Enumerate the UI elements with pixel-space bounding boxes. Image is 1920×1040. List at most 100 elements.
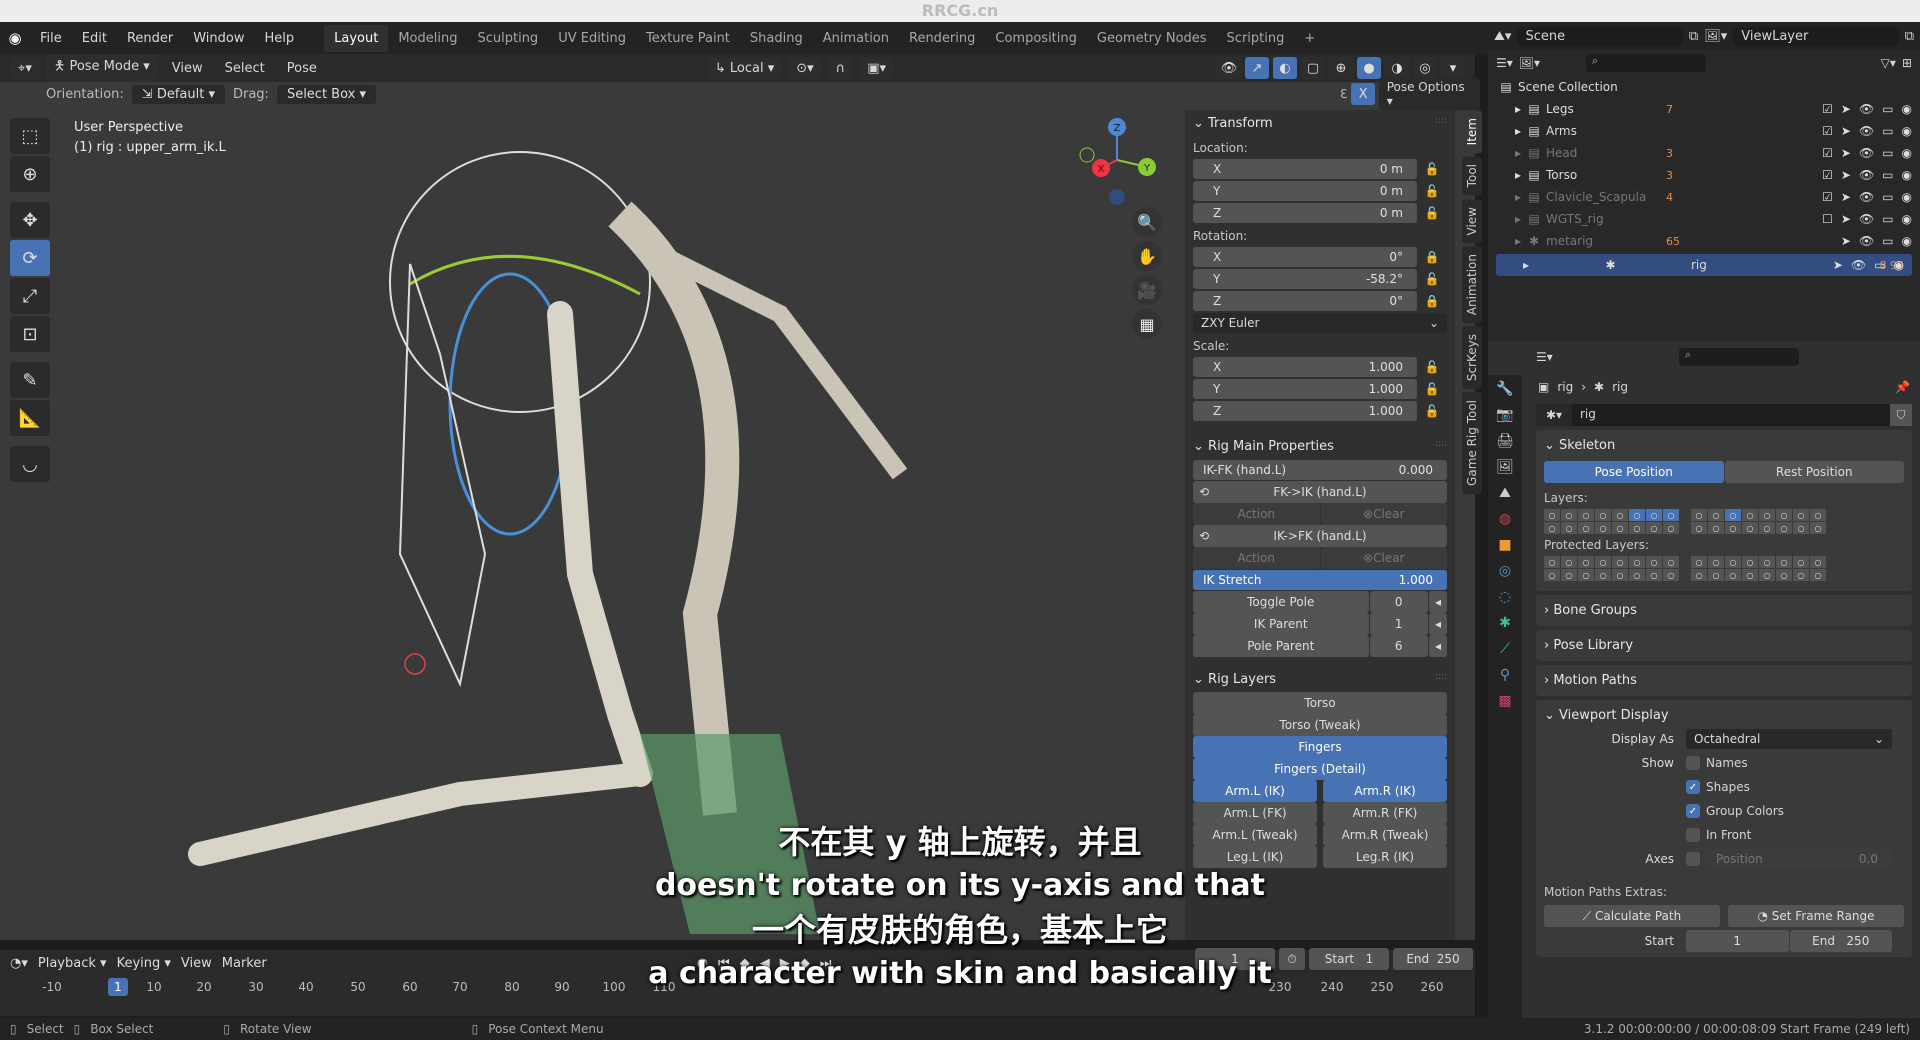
location-y-field[interactable]: Y 0 m xyxy=(1193,181,1417,201)
rotation-mode-dropdown[interactable]: ZXY Euler ⌄ xyxy=(1193,313,1447,333)
layer-cell[interactable]: ○ xyxy=(1759,556,1775,568)
layer-cell[interactable]: ○ xyxy=(1595,556,1611,568)
layer-cell[interactable]: ○ xyxy=(1561,509,1577,521)
layer-cell[interactable]: ○ xyxy=(1742,509,1758,521)
fk-to-ik-clear-button[interactable]: ⊗ Clear xyxy=(1320,503,1447,525)
lock-closed-icon[interactable]: 🔒 xyxy=(1417,294,1447,308)
workspace-tab[interactable]: Animation xyxy=(813,25,899,52)
rotate-gizmo-circle[interactable] xyxy=(389,151,651,413)
expand-arrow-icon[interactable]: ▸ xyxy=(1518,258,1534,272)
scale-x-field[interactable]: X 1.000 xyxy=(1193,357,1417,377)
layer-cell[interactable]: ○ xyxy=(1629,569,1645,581)
layer-cell[interactable]: ○ xyxy=(1742,556,1758,568)
selectable-icon[interactable]: ➤ xyxy=(1833,258,1843,272)
lock-open-icon[interactable]: 🔓 xyxy=(1417,404,1447,418)
layer-cell[interactable]: ○ xyxy=(1776,509,1792,521)
datablock-name-field[interactable]: rig xyxy=(1572,404,1890,426)
outliner-row[interactable]: ▸ ▤ Torso 3 ☑ ➤ 👁 ▭ ◉ xyxy=(1488,164,1920,186)
scene-field[interactable]: Scene xyxy=(1517,26,1683,46)
layer-cell[interactable]: ○ xyxy=(1759,569,1775,581)
layer-cell[interactable]: ○ xyxy=(1708,569,1724,581)
layer-cell[interactable]: ○ xyxy=(1691,556,1707,568)
menu-view[interactable]: View xyxy=(164,58,211,79)
gizmo-neg-z[interactable] xyxy=(1109,189,1125,205)
protected-layers-grid[interactable]: ○ ○ ○ ○ ○ ○ ○ ○ ○ ○ ○ ○ ○ ○ ○ ○ ○ ○ ○ ○ ○ ○ ○ ○ ○ ○ ○ ○ ○ ○ ○ ○ xyxy=(1544,556,1904,581)
bone-layers-grid[interactable]: ○ ○ ○ ○ ○ ○ ○ ○ ○ ○ ○ ○ ○ ○ ○ ○ ○ ○ ○ ○ ○ ○ ○ ○ ○ ○ ○ ○ ○ ○ ○ ○ xyxy=(1544,509,1904,534)
scene-icon[interactable]: ⛰▾ xyxy=(1494,29,1511,44)
pin-icon[interactable]: 📌 xyxy=(1895,380,1910,394)
world-tab-icon[interactable]: ◍ xyxy=(1499,511,1511,527)
solid-shading-icon[interactable]: ● xyxy=(1357,57,1381,79)
lock-open-icon[interactable]: 🔓 xyxy=(1417,360,1447,374)
menu-render[interactable]: Render xyxy=(117,31,183,46)
camera-icon[interactable]: ◉ xyxy=(1902,190,1912,204)
gizmo-toggle-icon[interactable]: ↗ xyxy=(1245,57,1269,79)
3d-cursor[interactable] xyxy=(404,653,426,675)
layer-cell[interactable]: ○ xyxy=(1595,509,1611,521)
render-tab-icon[interactable]: 📷 xyxy=(1496,407,1513,423)
layer-cell[interactable]: ○ xyxy=(1612,522,1628,534)
layer-cell[interactable]: ○ xyxy=(1578,569,1594,581)
measure-tool[interactable]: 📐 xyxy=(10,400,50,436)
ortho-grid-icon[interactable]: ▦ xyxy=(1132,309,1162,339)
pan-hand-icon[interactable]: ✋ xyxy=(1132,241,1162,271)
monitor-icon[interactable]: ▭ xyxy=(1882,102,1893,116)
layer-cell[interactable]: ○ xyxy=(1810,556,1826,568)
viewport-display-header[interactable]: ⌄ Viewport Display xyxy=(1536,704,1912,727)
menu-pose[interactable]: Pose xyxy=(279,58,325,79)
shading-options-icon[interactable]: ▾ xyxy=(1441,57,1465,79)
layer-cell[interactable]: ○ xyxy=(1663,569,1679,581)
monitor-icon[interactable]: ▭ xyxy=(1874,258,1885,272)
annotate-tool[interactable]: ✎ xyxy=(10,362,50,398)
layer-cell[interactable]: ○ xyxy=(1663,509,1679,521)
monitor-icon[interactable]: ▭ xyxy=(1882,190,1893,204)
selectable-icon[interactable]: ➤ xyxy=(1841,212,1851,226)
shapes-checkbox[interactable]: ✓ xyxy=(1686,780,1700,794)
relax-tool[interactable]: ◡ xyxy=(10,446,50,482)
layer-cell[interactable]: ○ xyxy=(1578,522,1594,534)
scene-tab-icon[interactable]: ⛰ xyxy=(1499,485,1511,501)
expand-arrow-icon[interactable]: ▸ xyxy=(1510,212,1526,226)
outliner-row[interactable]: ▸ ▤ Head 3 ☑ ➤ 👁 ▭ ◉ xyxy=(1488,142,1920,164)
motion-paths-panel[interactable]: › Motion Paths xyxy=(1536,665,1912,696)
panel-header[interactable]: › Motion Paths xyxy=(1536,669,1912,692)
layer-cell[interactable]: ○ xyxy=(1810,509,1826,521)
layer-cell[interactable]: ○ xyxy=(1810,569,1826,581)
workspace-tab[interactable]: Layout xyxy=(324,24,389,52)
monitor-icon[interactable]: ▭ xyxy=(1882,212,1893,226)
layer-cell[interactable]: ○ xyxy=(1742,569,1758,581)
layer-cell[interactable]: ○ xyxy=(1708,509,1724,521)
rig-layer-toggle[interactable]: Torso (Tweak) xyxy=(1193,714,1447,736)
mirror-x-toggle[interactable]: X xyxy=(1351,83,1375,105)
expand-arrow-icon[interactable]: ▸ xyxy=(1510,102,1526,116)
eye-icon[interactable]: 👁 xyxy=(1859,212,1874,226)
rendered-shading-icon[interactable]: ◎ xyxy=(1413,57,1437,79)
layer-cell[interactable]: ○ xyxy=(1663,522,1679,534)
layer-cell[interactable]: ○ xyxy=(1725,522,1741,534)
physics-tab-icon[interactable]: ◌ xyxy=(1499,589,1511,605)
layer-cell[interactable]: ○ xyxy=(1759,522,1775,534)
modifiers-tab-icon[interactable]: ◎ xyxy=(1499,563,1511,579)
layer-cell[interactable]: ○ xyxy=(1612,556,1628,568)
editor-type-button[interactable]: ⌖▾ xyxy=(10,57,40,79)
eye-icon[interactable]: 👁 xyxy=(1859,190,1874,204)
camera-view-icon[interactable]: 🎥 xyxy=(1132,275,1162,305)
monitor-icon[interactable]: ▭ xyxy=(1882,124,1893,138)
layer-cell[interactable]: ○ xyxy=(1691,569,1707,581)
rig-layer-toggle[interactable]: Fingers (Detail) xyxy=(1193,758,1447,780)
layer-cell[interactable]: ○ xyxy=(1612,569,1628,581)
outliner-row[interactable]: ▸ ▤ Legs 7 ☑ ➤ 👁 ▭ ◉ xyxy=(1488,98,1920,120)
layer-cell[interactable]: ○ xyxy=(1646,569,1662,581)
layer-cell[interactable]: ○ xyxy=(1561,556,1577,568)
outliner-row[interactable]: ▸ ✱ rig 8 99 ➤ 👁 ▭ ◉ xyxy=(1496,254,1912,276)
mode-dropdown[interactable]: 🯅 Pose Mode ▾ xyxy=(45,54,158,82)
sidebar-tab-scrkeys[interactable]: ScrKeys xyxy=(1462,326,1482,390)
scale-tool[interactable]: ⤢ xyxy=(10,278,50,314)
workspace-tab[interactable]: Rendering xyxy=(899,25,985,52)
layer-cell[interactable]: ○ xyxy=(1793,569,1809,581)
armature-data-tab-icon[interactable]: ✱ xyxy=(1499,615,1511,631)
fk-to-ik-button[interactable]: ⟲ FK->IK (hand.L) xyxy=(1193,481,1447,503)
properties-search-input[interactable]: ⌕ xyxy=(1678,348,1799,366)
workspace-tab[interactable]: Compositing xyxy=(985,25,1087,52)
layer-cell[interactable]: ○ xyxy=(1708,522,1724,534)
